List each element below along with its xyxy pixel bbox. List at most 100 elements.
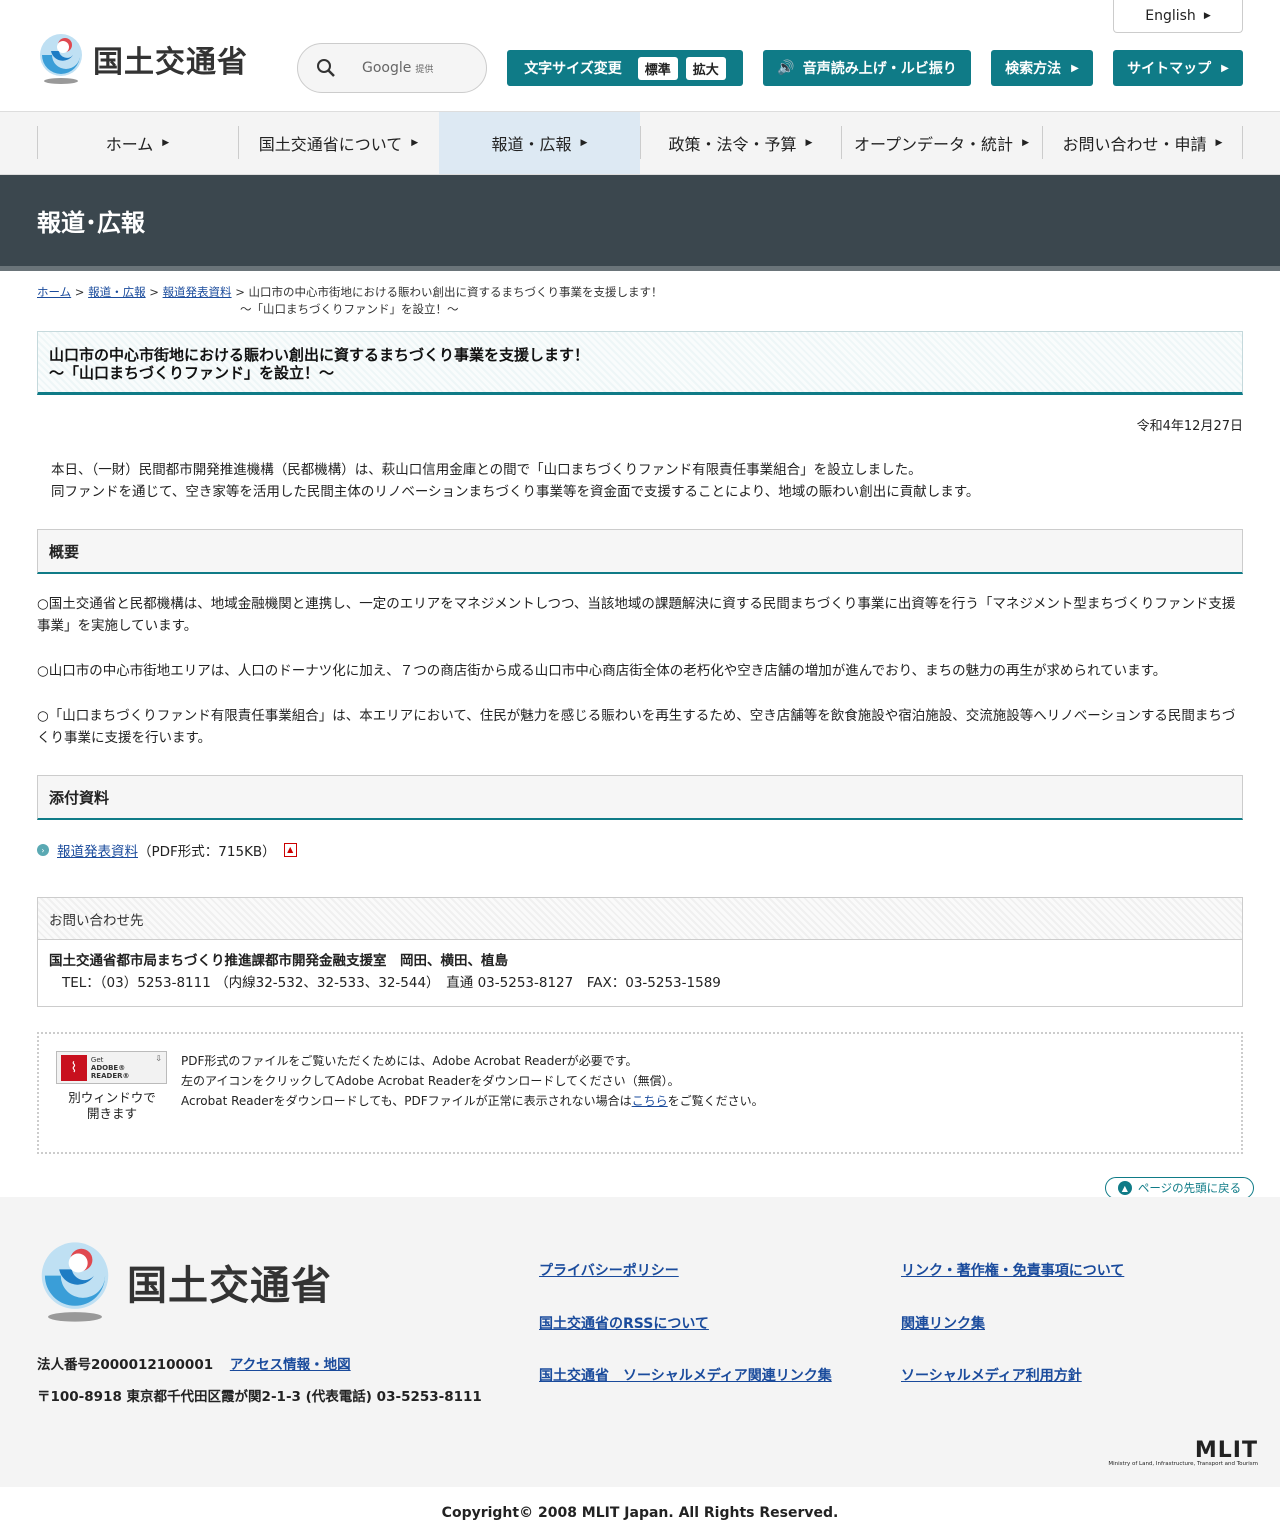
triangle-right-icon: ▶	[1071, 62, 1079, 74]
lead-line: 本日、（一財）民間都市開発推進機構（民都機構）は、萩山口信用金庫との間で「山口ま…	[51, 462, 922, 478]
page-title: 山口市の中心市街地における賑わい創出に資するまちづくり事業を支援します！ ～「山…	[37, 331, 1243, 395]
nav-item-about[interactable]: 国土交通省について ▶	[238, 112, 439, 174]
mlit-wordmark-sub: Ministry of Land, Infrastructure, Transp…	[1108, 1461, 1258, 1467]
nav-item-press[interactable]: 報道・広報 ▶	[439, 112, 640, 174]
attachment-item: › 報道発表資料 （PDF形式：715KB） ▲	[37, 840, 1243, 860]
mlit-wordmark-text: MLIT	[1194, 1438, 1258, 1463]
sitemap-label: サイトマップ	[1127, 61, 1212, 77]
footer-link-copyright[interactable]: リンク・著作権・免責事項について	[901, 1260, 1124, 1280]
reader-message-text: をご覧ください。	[667, 1094, 764, 1108]
font-size-standard-button[interactable]: 標準	[637, 56, 678, 80]
adobe-pdf-icon: ⌇	[61, 1054, 87, 1081]
mlit-wordmark: MLIT Ministry of Land, Infrastructure, T…	[1102, 1438, 1258, 1468]
site-header: 国土交通省 English ▶ Google 提供 文字サイズ変更 標準 拡大 🔊…	[0, 0, 1280, 112]
triangle-right-icon: ▶	[411, 138, 419, 148]
breadcrumb-current-subtitle: ～「山口まちづくりファンド」を設立！～	[240, 302, 459, 316]
footer-logo-text: 国土交通省	[127, 1263, 332, 1309]
search-method-button[interactable]: 検索方法 ▶	[991, 50, 1093, 86]
contact-box: お問い合わせ先 国土交通省都市局まちづくり推進課都市開発金融支援室 岡田、横田、…	[37, 897, 1243, 1007]
footer-link-rss[interactable]: 国土交通省のRSSについて	[539, 1313, 709, 1333]
reader-message-line: Acrobat Readerをダウンロードしても、PDFファイルが正常に表示され…	[181, 1091, 764, 1111]
font-size-label: 文字サイズ変更	[524, 61, 622, 77]
footer-link-social-policy[interactable]: ソーシャルメディア利用方針	[901, 1365, 1082, 1385]
site-search[interactable]: Google 提供	[297, 43, 487, 93]
nav-item-label: お問い合わせ・申請	[1062, 135, 1207, 154]
search-placeholder-text: Google	[362, 60, 412, 76]
attachment-link[interactable]: 報道発表資料	[57, 840, 138, 860]
new-window-line: 別ウィンドウで	[68, 1090, 156, 1105]
speaker-icon: 🔊	[777, 60, 795, 76]
speech-ruby-button[interactable]: 🔊 音声読み上げ・ルビ振り	[763, 50, 971, 86]
font-size-large-button[interactable]: 拡大	[685, 56, 726, 80]
footer-logo: 国土交通省	[37, 1240, 332, 1324]
new-window-note: 別ウィンドウで 開きます	[61, 1090, 163, 1122]
footer-link-social-links[interactable]: 国土交通省 ソーシャルメディア関連リンク集	[539, 1365, 832, 1385]
nav-item-label: 国土交通省について	[258, 135, 403, 154]
reader-help-link[interactable]: こちら	[632, 1094, 668, 1108]
nav-item-home[interactable]: ホーム ▶	[37, 112, 238, 174]
overview-paragraph: ○国土交通省と民都機構は、地域金融機関と連携し、一定のエリアをマネジメントしつつ…	[37, 596, 1236, 634]
search-method-label: 検索方法	[1005, 61, 1062, 77]
corporate-number: 法人番号2000012100001	[37, 1357, 214, 1373]
attachments-heading: 添付資料	[37, 775, 1243, 820]
search-placeholder: Google 提供	[362, 60, 433, 76]
speech-label: 音声読み上げ・ルビ振り	[802, 61, 957, 77]
mlit-logo-icon	[41, 1242, 109, 1322]
section-title: 報道･広報	[37, 209, 145, 237]
get-adobe-reader-button[interactable]: ⌇ Get ADOBE® READER® ⇩	[56, 1051, 167, 1084]
nav-item-label: 報道・広報	[491, 135, 572, 154]
breadcrumb-press[interactable]: 報道・広報	[88, 285, 146, 299]
download-arrow-icon: ⇩	[155, 1054, 162, 1063]
triangle-right-icon: ▶	[1203, 11, 1211, 21]
footer-link-privacy[interactable]: プライバシーポリシー	[539, 1260, 679, 1280]
new-window-line: 開きます	[86, 1106, 137, 1121]
global-nav: ホーム ▶ 国土交通省について ▶ 報道・広報 ▶ 政策・法令・予算 ▶ オープンデータ…	[0, 112, 1280, 175]
mlit-logo-icon	[40, 34, 82, 84]
site-logo[interactable]: 国土交通省	[37, 33, 248, 85]
breadcrumb-releases[interactable]: 報道発表資料	[163, 285, 232, 299]
footer-address: 〒100-8918 東京都千代田区霞が関2-1-3 (代表電話) 03-5253…	[37, 1389, 482, 1405]
triangle-right-icon: ▶	[805, 138, 813, 148]
nav-item-opendata[interactable]: オープンデータ・統計 ▶	[841, 112, 1042, 174]
copyright: Copyright© 2008 MLIT Japan. All Rights R…	[0, 1487, 1280, 1539]
nav-item-label: 政策・法令・予算	[668, 135, 797, 154]
page-title-line1: 山口市の中心市街地における賑わい創出に資するまちづくり事業を支援します！	[49, 346, 590, 364]
overview-paragraph: ○山口市の中心市街地エリアは、人口のドーナツ化に加え、７つの商店街から成る山口市…	[37, 663, 1167, 679]
sitemap-button[interactable]: サイトマップ ▶	[1113, 50, 1243, 86]
access-link[interactable]: アクセス情報・地図	[230, 1357, 351, 1373]
triangle-right-icon: ▶	[580, 138, 588, 148]
nav-item-label: ホーム	[105, 135, 154, 154]
adobe-reader-notice: ⌇ Get ADOBE® READER® ⇩ 別ウィンドウで 開きます PDF形…	[37, 1032, 1243, 1154]
reader-message-line: PDF形式のファイルをご覧いただくためには、Adobe Acrobat Read…	[181, 1054, 638, 1068]
font-size-control: 文字サイズ変更 標準 拡大	[507, 50, 743, 86]
back-to-top-button[interactable]: ▲ ページの先頭に戻る	[1105, 1177, 1254, 1199]
english-link[interactable]: English ▶	[1113, 0, 1243, 33]
overview-heading-text: 概要	[49, 542, 80, 561]
contact-body: 国土交通省都市局まちづくり推進課都市開発金融支援室 岡田、横田、植島 TEL：（…	[38, 940, 1242, 1006]
reader-message: PDF形式のファイルをご覧いただくためには、Adobe Acrobat Read…	[181, 1051, 764, 1111]
overview-heading: 概要	[37, 529, 1243, 574]
lead-text: 本日、（一財）民間都市開発推進機構（民都機構）は、萩山口信用金庫との間で「山口ま…	[51, 459, 1243, 503]
attachment-meta: （PDF形式：715KB）	[138, 844, 276, 860]
site-footer: 国土交通省 法人番号2000012100001 アクセス情報・地図 〒100-8…	[0, 1197, 1280, 1487]
reader-message-text: Acrobat Readerをダウンロードしても、PDFファイルが正常に表示され…	[181, 1094, 632, 1108]
reader-message-line: 左のアイコンをクリックしてAdobe Acrobat Readerをダウンロード…	[181, 1074, 680, 1088]
contact-heading: お問い合わせ先	[38, 898, 1242, 940]
search-provider-note: 提供	[415, 65, 434, 75]
triangle-right-icon: ▶	[1022, 138, 1029, 148]
search-icon	[317, 59, 335, 77]
overview-paragraph: ○「山口まちづくりファンド有限責任事業組合」は、本エリアにおいて、住民が魅力を感…	[37, 708, 1236, 746]
breadcrumb-home[interactable]: ホーム	[37, 285, 71, 299]
release-date: 令和4年12月27日	[1136, 419, 1243, 434]
back-to-top-label: ページの先頭に戻る	[1137, 1181, 1242, 1195]
site-logo-text: 国土交通省	[93, 45, 248, 80]
page-title-line2: ～「山口まちづくりファンド」を設立！～	[49, 364, 335, 382]
nav-item-contact[interactable]: お問い合わせ・申請 ▶	[1042, 112, 1243, 174]
triangle-right-icon: ▶	[162, 138, 170, 148]
corporate-number-row: 法人番号2000012100001 アクセス情報・地図	[37, 1353, 351, 1373]
chevron-right-icon: ›	[37, 844, 49, 856]
footer-link-related[interactable]: 関連リンク集	[901, 1313, 985, 1333]
english-label: English	[1145, 8, 1196, 24]
adobe-badge-line1: Get	[90, 1055, 104, 1064]
nav-item-policy[interactable]: 政策・法令・予算 ▶	[640, 112, 841, 174]
